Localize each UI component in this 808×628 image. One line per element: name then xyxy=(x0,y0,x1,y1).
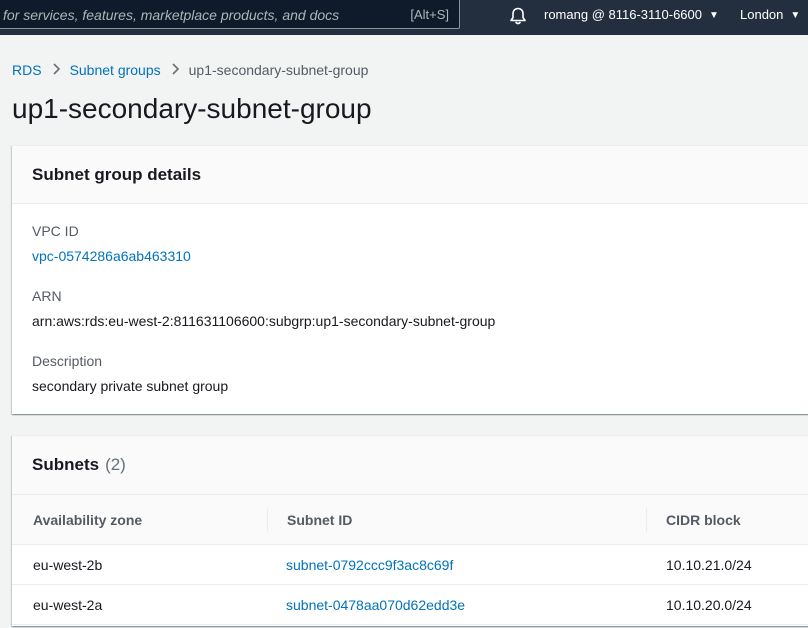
cell-availability-zone: eu-west-2b xyxy=(33,557,103,573)
region-label: London xyxy=(740,7,784,22)
table-row: eu-west-2b subnet-0792ccc9f3ac8c69f 10.1… xyxy=(12,545,808,585)
panel-header: Subnet group details xyxy=(12,146,808,204)
search-placeholder: for services, features, marketplace prod… xyxy=(3,7,340,23)
cell-availability-zone: eu-west-2a xyxy=(33,597,103,613)
cell-cidr-block: 10.10.21.0/24 xyxy=(666,557,752,573)
chevron-right-icon xyxy=(52,62,61,78)
column-divider[interactable] xyxy=(646,508,647,532)
description-value: secondary private subnet group xyxy=(32,378,229,394)
subnets-panel: Subnets (2) Availability zone Subnet ID C… xyxy=(12,435,808,626)
table-header: Availability zone Subnet ID CIDR block xyxy=(12,495,808,545)
subnets-title: Subnets xyxy=(32,455,100,474)
table-row: eu-west-2a subnet-0478aa070d62edd3e 10.1… xyxy=(12,585,808,625)
cell-subnet-id-link[interactable]: subnet-0478aa070d62edd3e xyxy=(286,597,465,613)
page-title: up1-secondary-subnet-group xyxy=(12,93,372,124)
cell-cidr-block: 10.10.20.0/24 xyxy=(666,597,752,613)
region-menu[interactable]: London ▼ xyxy=(740,7,800,22)
bell-icon[interactable] xyxy=(508,6,528,26)
panel-title: Subnets (2) xyxy=(32,455,126,475)
breadcrumb-rds[interactable]: RDS xyxy=(12,62,42,78)
account-menu[interactable]: romang @ 8116-3110-6600 ▼ xyxy=(544,7,719,22)
caret-down-icon: ▼ xyxy=(790,10,801,21)
account-label: romang @ 8116-3110-6600 xyxy=(544,7,702,22)
column-header-cidr-block[interactable]: CIDR block xyxy=(666,512,741,528)
search-shortcut: [Alt+S] xyxy=(410,7,449,22)
arn-value: arn:aws:rds:eu-west-2:811631106600:subgr… xyxy=(32,313,496,329)
subnet-group-details-panel: Subnet group details VPC ID vpc-0574286a… xyxy=(12,145,808,414)
top-navigation: for services, features, marketplace prod… xyxy=(0,0,808,35)
breadcrumb: RDS Subnet groups up1-secondary-subnet-g… xyxy=(12,62,368,78)
vpc-id-label: VPC ID xyxy=(32,223,79,239)
panel-header: Subnets (2) xyxy=(12,436,808,495)
description-label: Description xyxy=(32,353,103,369)
breadcrumb-subnet-groups[interactable]: Subnet groups xyxy=(70,62,161,78)
panel-title: Subnet group details xyxy=(32,165,202,184)
subnets-count: (2) xyxy=(105,455,126,474)
breadcrumb-current: up1-secondary-subnet-group xyxy=(188,62,369,78)
cell-subnet-id-link[interactable]: subnet-0792ccc9f3ac8c69f xyxy=(286,557,453,573)
column-divider[interactable] xyxy=(267,508,268,532)
caret-down-icon: ▼ xyxy=(709,10,719,21)
chevron-right-icon xyxy=(171,62,180,78)
column-header-subnet-id[interactable]: Subnet ID xyxy=(287,512,352,528)
arn-label: ARN xyxy=(32,288,62,304)
column-header-availability-zone[interactable]: Availability zone xyxy=(33,512,142,528)
vpc-id-link[interactable]: vpc-0574286a6ab463310 xyxy=(32,248,191,264)
search-input[interactable]: for services, features, marketplace prod… xyxy=(0,0,460,29)
